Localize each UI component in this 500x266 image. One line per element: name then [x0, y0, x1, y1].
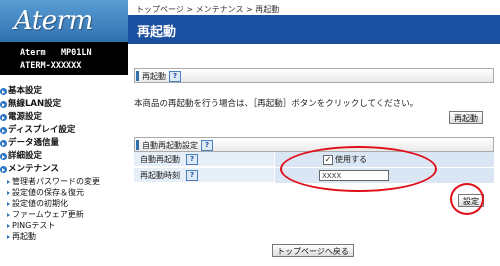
page-title: 再起動 [137, 25, 177, 40]
arrow-bullet-icon [0, 88, 7, 95]
help-icon[interactable]: ? [186, 170, 198, 181]
sidebar-item-wireless[interactable]: 無線LAN設定 [0, 98, 128, 111]
sidebar-item-data-usage[interactable]: データ通信量 [0, 137, 128, 150]
aterm-logo: Aterm [0, 0, 128, 42]
device-name: ATERM-XXXXXX [20, 61, 82, 71]
auto-restart-heading: 自動再起動設定? [134, 137, 494, 152]
auto-restart-section: 自動再起動設定? 自動再起動? ✓ 使用する 再起動時刻? XXXX [134, 137, 494, 184]
sidebar-item-advanced[interactable]: 詳細設定 [0, 150, 128, 163]
restart-section-heading: 再起動? [134, 68, 494, 83]
help-icon[interactable]: ? [169, 71, 181, 82]
restart-section: 再起動? 本商品の再起動を行う場合は、［再起動］ボタンをクリックしてください。 [134, 68, 494, 109]
auto-restart-row: 自動再起動? ✓ 使用する [134, 152, 494, 168]
auto-restart-checkbox[interactable]: ✓ [323, 155, 333, 165]
sidebar-nav: 基本設定 無線LAN設定 電源設定 ディスプレイ設定 データ通信量 詳細設定 メ… [0, 75, 128, 242]
device-info: Aterm MP01LN ATERM-XXXXXX [0, 42, 128, 75]
device-model: Aterm MP01LN [20, 48, 92, 58]
sidebar-item-display[interactable]: ディスプレイ設定 [0, 124, 128, 137]
sidebar-subitem-password[interactable]: 管理者パスワードの変更 [0, 176, 128, 187]
help-icon[interactable]: ? [186, 154, 198, 165]
sidebar-item-maintenance[interactable]: メンテナンス [0, 163, 128, 176]
sidebar-item-power[interactable]: 電源設定 [0, 111, 128, 124]
logo-text: Aterm [14, 6, 93, 36]
back-to-top-button[interactable]: トップページへ戻る [272, 244, 354, 257]
arrow-bullet-icon [0, 153, 7, 160]
sidebar-subitem-firmware[interactable]: ファームウェア更新 [0, 209, 128, 220]
restart-time-label: 再起動時刻? [134, 168, 274, 183]
sidebar-subitem-backup-restore[interactable]: 設定値の保存＆復元 [0, 187, 128, 198]
help-icon[interactable]: ? [201, 140, 213, 151]
sidebar-item-basic[interactable]: 基本設定 [0, 85, 128, 98]
arrow-bullet-icon [0, 101, 7, 108]
arrow-bullet-icon [0, 114, 7, 121]
arrow-bullet-icon [0, 166, 7, 173]
auto-restart-checkbox-label: 使用する [335, 155, 367, 164]
restart-time-row: 再起動時刻? XXXX [134, 168, 494, 184]
sidebar-subitem-ping[interactable]: PINGテスト [0, 220, 128, 231]
main-content: トップページ > メンテナンス > 再起動 再起動 再起動? 本商品の再起動を行… [128, 0, 500, 266]
arrow-bullet-icon [0, 140, 7, 147]
restart-button[interactable]: 再起動 [449, 111, 483, 124]
sidebar-subitem-reset[interactable]: 設定値の初期化 [0, 198, 128, 209]
sidebar-subitem-restart[interactable]: 再起動 [0, 231, 128, 242]
restart-description: 本商品の再起動を行う場合は、［再起動］ボタンをクリックしてください。 [134, 99, 419, 109]
arrow-bullet-icon [0, 127, 7, 134]
breadcrumb: トップページ > メンテナンス > 再起動 [136, 5, 280, 14]
page-title-bar: 再起動 [128, 15, 500, 44]
sidebar: Aterm Aterm MP01LN ATERM-XXXXXX 基本設定 無線L… [0, 0, 128, 266]
restart-time-input[interactable]: XXXX [319, 170, 389, 181]
settings-button[interactable]: 設定 [458, 194, 484, 207]
auto-restart-label: 自動再起動? [134, 152, 274, 167]
